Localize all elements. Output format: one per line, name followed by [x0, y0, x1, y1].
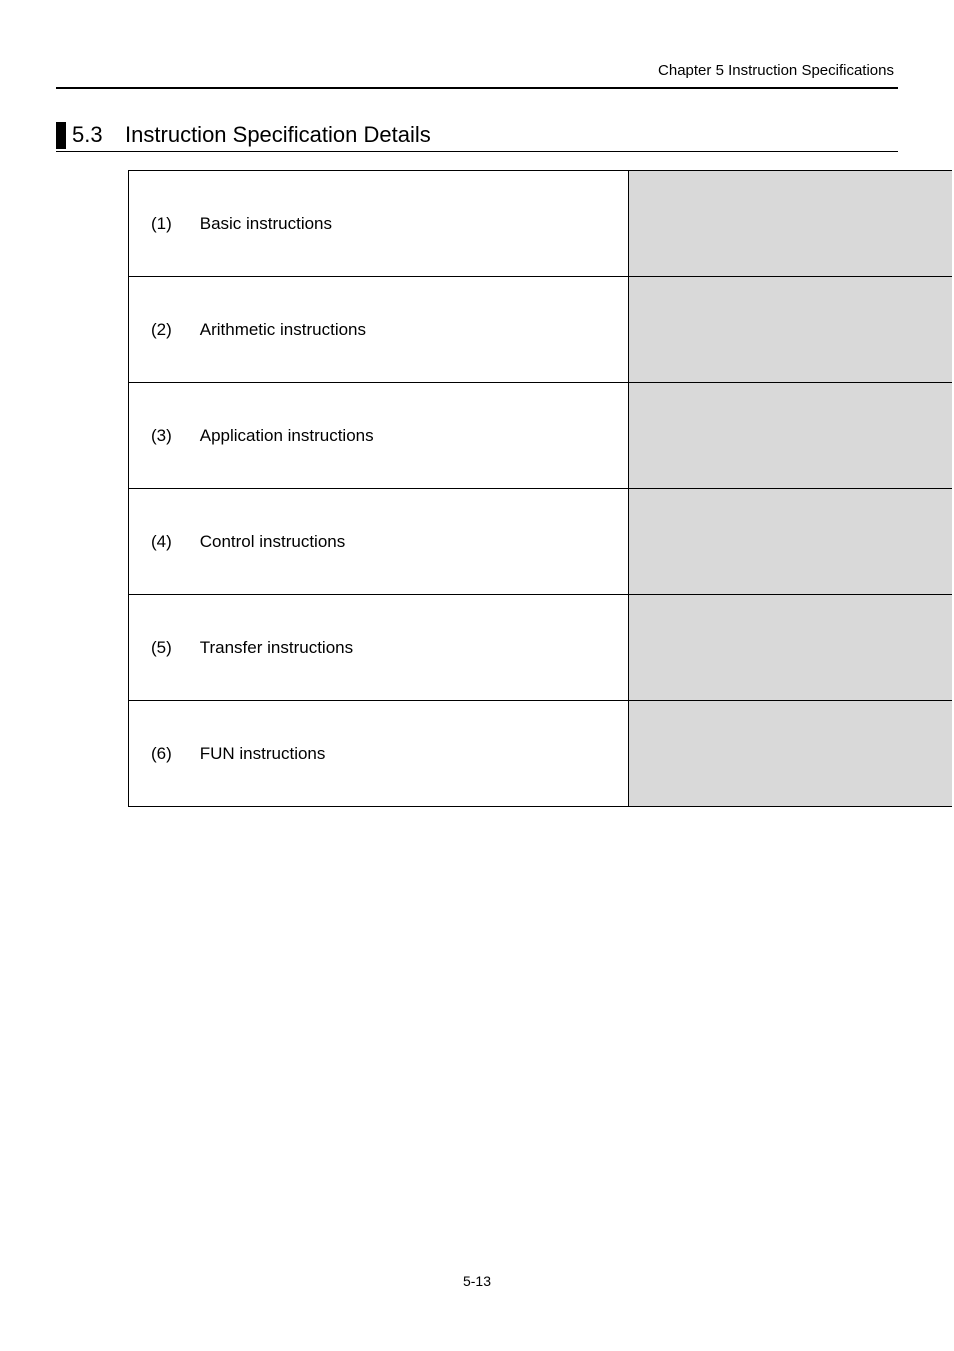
section-title: Instruction Specification Details [125, 122, 431, 148]
row-right-cell [628, 277, 952, 383]
row-right-cell [628, 701, 952, 807]
row-label: Transfer instructions [200, 638, 353, 658]
row-num: (4) [151, 532, 185, 552]
section-bar [56, 122, 66, 149]
table-row: (2) Arithmetic instructions [129, 277, 953, 383]
section-heading: 5.3 Instruction Specification Details [56, 122, 898, 152]
table-row: (6) FUN instructions [129, 701, 953, 807]
row-label: Arithmetic instructions [200, 320, 366, 340]
table-row: (1) Basic instructions [129, 171, 953, 277]
row-left-cell: (6) FUN instructions [129, 701, 629, 807]
row-left-cell: (1) Basic instructions [129, 171, 629, 277]
table-row: (3) Application instructions [129, 383, 953, 489]
row-label: Control instructions [200, 532, 346, 552]
row-right-cell [628, 171, 952, 277]
row-left-cell: (3) Application instructions [129, 383, 629, 489]
row-num: (1) [151, 214, 185, 234]
row-right-cell [628, 383, 952, 489]
instruction-table: (1) Basic instructions (2) Arithmetic in… [128, 170, 952, 807]
row-num: (2) [151, 320, 185, 340]
row-num: (3) [151, 426, 185, 446]
header-rule [56, 87, 898, 89]
section-number: 5.3 [72, 122, 103, 148]
table-row: (4) Control instructions [129, 489, 953, 595]
table-row: (5) Transfer instructions [129, 595, 953, 701]
row-right-cell [628, 489, 952, 595]
page-number: 5-13 [0, 1273, 954, 1289]
row-num: (5) [151, 638, 185, 658]
row-left-cell: (5) Transfer instructions [129, 595, 629, 701]
running-head: Chapter 5 Instruction Specifications [0, 62, 954, 87]
row-right-cell [628, 595, 952, 701]
row-num: (6) [151, 744, 185, 764]
row-label: Application instructions [200, 426, 374, 446]
row-label: Basic instructions [200, 214, 332, 234]
row-label: FUN instructions [200, 744, 326, 764]
row-left-cell: (4) Control instructions [129, 489, 629, 595]
row-left-cell: (2) Arithmetic instructions [129, 277, 629, 383]
